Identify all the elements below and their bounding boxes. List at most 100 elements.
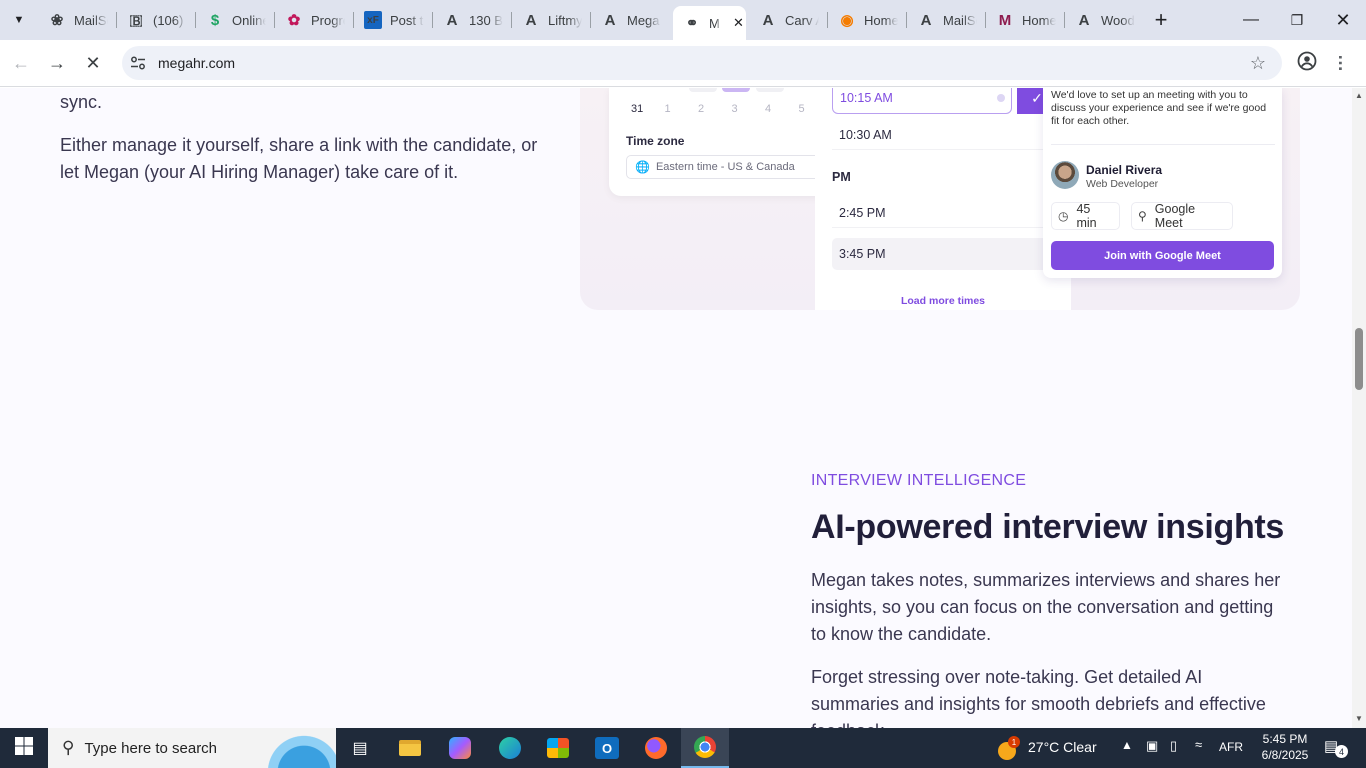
- close-tab-icon[interactable]: ✕: [733, 15, 744, 31]
- search-placeholder: Type here to search: [84, 739, 218, 757]
- section-paragraph-1: Megan takes notes, summarizes interviews…: [811, 570, 1281, 644]
- time-slot-label: 10:30 AM: [839, 127, 892, 142]
- tab-title: M: [709, 15, 720, 31]
- browser-tab[interactable]: A MailSc: [907, 0, 986, 40]
- tab-title: (106): [153, 12, 184, 28]
- language-indicator[interactable]: AFR: [1219, 740, 1243, 754]
- menu-button[interactable]: …: [1330, 48, 1360, 78]
- time-slot[interactable]: 3:45 PM: [832, 238, 1052, 270]
- store-button[interactable]: [534, 728, 582, 768]
- browser-tab[interactable]: 🇧 (106): [117, 0, 196, 40]
- pm-label: PM: [832, 170, 851, 184]
- new-tab-button[interactable]: +: [1138, 0, 1184, 40]
- left-paragraph: Either manage it yourself, share a link …: [60, 135, 538, 182]
- browser-tab[interactable]: A Carv A: [749, 0, 828, 40]
- taskbar-search-box[interactable]: ⚲ Type here to search: [48, 728, 336, 768]
- browser-tab[interactable]: A Liftmy: [512, 0, 591, 40]
- edge-button[interactable]: [486, 728, 534, 768]
- browser-tab[interactable]: ✿ Progre: [275, 0, 354, 40]
- battery-icon[interactable]: ▯: [1170, 738, 1177, 754]
- browser-tab[interactable]: $ Online: [196, 0, 275, 40]
- page-scrollbar[interactable]: ▲ ▼: [1352, 88, 1366, 728]
- scroll-down-icon[interactable]: ▼: [1355, 714, 1363, 723]
- calendar-date[interactable]: 2: [698, 103, 704, 115]
- weather-icon[interactable]: 1: [996, 736, 1020, 760]
- a-logo-icon: A: [446, 11, 458, 29]
- tab-search-button[interactable]: ▼: [0, 0, 38, 40]
- tab-title: MailSc: [74, 12, 108, 28]
- address-bar[interactable]: megahr.com: [122, 46, 1282, 80]
- kebab-menu-icon: …: [1335, 54, 1355, 72]
- scrollbar-thumb[interactable]: [1355, 328, 1363, 390]
- browser-tab[interactable]: A 130 B: [433, 0, 512, 40]
- check-icon: ✓: [1031, 89, 1043, 106]
- load-more-times-link[interactable]: Load more times: [815, 295, 1071, 307]
- meet-now-icon[interactable]: ▣: [1146, 738, 1158, 754]
- stop-loading-button[interactable]: ✕: [78, 48, 108, 78]
- calendar-card: 31 1 2 3 4 5 Time zone 🌐 Eastern time - US & …: [609, 88, 839, 196]
- time-slot[interactable]: 10:30 AM: [832, 120, 1052, 150]
- weather-text[interactable]: 27°C Clear: [1028, 739, 1097, 755]
- a-logo-icon: A: [762, 11, 774, 29]
- calendar-date[interactable]: 4: [765, 103, 771, 115]
- tab-title: Home: [864, 12, 898, 28]
- chrome-button[interactable]: [681, 728, 729, 768]
- folder-icon: [399, 740, 421, 756]
- browser-tab[interactable]: ◉ Home: [828, 0, 907, 40]
- scroll-up-icon[interactable]: ▲: [1355, 91, 1363, 100]
- clock-icon: ◷: [1058, 209, 1069, 223]
- browser-tab[interactable]: ⚭ M ✕: [673, 6, 746, 40]
- browser-tab[interactable]: ❀ MailSc: [38, 0, 117, 40]
- file-explorer-button[interactable]: [386, 728, 434, 768]
- close-window-button[interactable]: ✕: [1320, 0, 1366, 40]
- timezone-select[interactable]: 🌐 Eastern time - US & Canada: [626, 155, 831, 179]
- calendar-date[interactable]: 3: [732, 103, 738, 115]
- home-orange-icon: ◉: [840, 12, 854, 29]
- firefox-button[interactable]: [632, 728, 680, 768]
- search-highlight-illustration-icon: [256, 728, 336, 768]
- a-logo-icon: A: [920, 11, 932, 29]
- calendar-date[interactable]: 5: [799, 103, 805, 115]
- time-slot[interactable]: 2:45 PM: [832, 198, 1052, 228]
- browser-tab[interactable]: A Wood: [1065, 0, 1144, 40]
- calendar-date[interactable]: 1: [665, 103, 671, 115]
- browser-tab[interactable]: A Mega: [591, 0, 670, 40]
- tab-strip: ▼ ❀ MailSc 🇧 (106) $ Online ✿ Progre xF Post t A 13…: [0, 0, 1366, 40]
- close-icon: ✕: [85, 52, 101, 73]
- bookmark-star-button[interactable]: ☆: [1243, 48, 1273, 78]
- outlook-icon: O: [595, 737, 619, 759]
- task-view-button[interactable]: ▤: [336, 728, 384, 768]
- browser-tab[interactable]: M Home: [986, 0, 1065, 40]
- browser-tab[interactable]: xF Post t: [354, 0, 433, 40]
- weather-badge: 1: [1008, 736, 1020, 748]
- clock[interactable]: 5:45 PM 6/8/2025: [1252, 731, 1318, 763]
- clock-date: 6/8/2025: [1261, 748, 1309, 762]
- restore-button[interactable]: ❐: [1274, 0, 1320, 40]
- forward-arrow-icon: →: [48, 52, 66, 73]
- close-icon: ✕: [1335, 9, 1351, 30]
- forward-button[interactable]: →: [42, 48, 72, 78]
- start-button[interactable]: [0, 728, 48, 768]
- minimize-button[interactable]: —: [1228, 0, 1274, 40]
- notifications-button[interactable]: ▤ 4: [1324, 737, 1348, 759]
- time-slots-panel: 10:15 AM ✓ 10:30 AM PM 2:45 PM 3:45 PM L…: [815, 88, 1071, 310]
- location-label: Google Meet: [1154, 202, 1196, 230]
- outlook-button[interactable]: O: [583, 728, 631, 768]
- chrome-icon: [694, 736, 716, 758]
- chevron-up-icon[interactable]: ▲: [1121, 738, 1133, 752]
- time-slot-label: 3:45 PM: [839, 247, 886, 261]
- minimize-icon: —: [1243, 11, 1259, 28]
- wifi-icon[interactable]: ≈: [1195, 737, 1202, 752]
- join-google-meet-button[interactable]: Join with Google Meet: [1051, 241, 1274, 270]
- site-settings-icon[interactable]: [130, 56, 146, 70]
- invite-message: We'd love to set up an meeting with you …: [1051, 89, 1267, 127]
- calendar-date[interactable]: 31: [631, 103, 643, 115]
- profile-button[interactable]: [1292, 48, 1322, 78]
- windows-logo-icon: [15, 736, 33, 760]
- tab-title: Post t: [390, 12, 424, 28]
- copilot-button[interactable]: [436, 728, 484, 768]
- time-slot-selected[interactable]: 10:15 AM: [832, 88, 1012, 114]
- browser-toolbar: ← → ✕ megahr.com ☆ …: [0, 40, 1366, 87]
- tab-title: 130 B: [469, 12, 503, 28]
- back-button[interactable]: ←: [6, 48, 36, 78]
